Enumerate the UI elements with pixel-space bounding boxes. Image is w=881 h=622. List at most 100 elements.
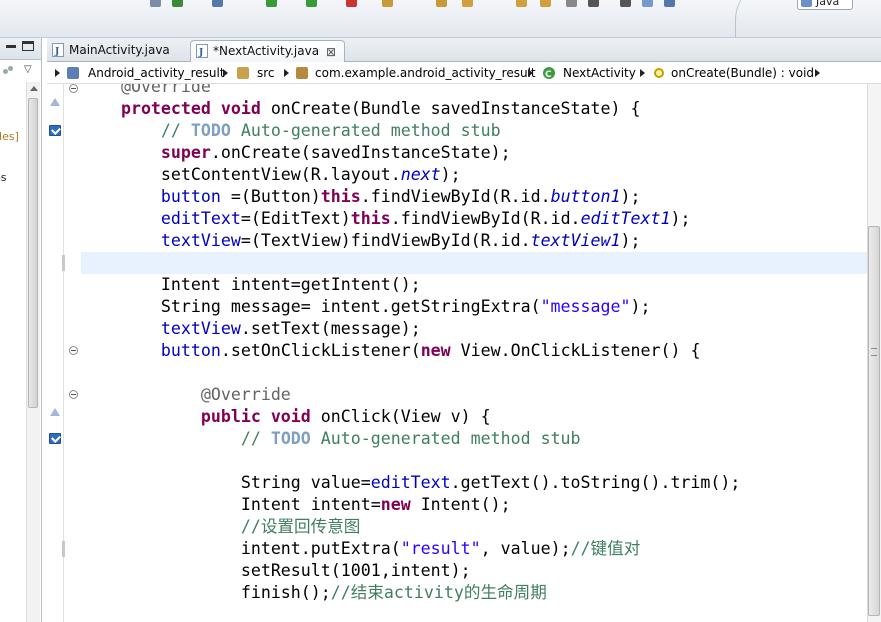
code-token: //结束activity的生命周期	[330, 583, 547, 602]
breadcrumb-arrow-icon[interactable]	[815, 69, 820, 77]
code-token: Intent();	[410, 495, 511, 514]
new-class-icon[interactable]	[436, 0, 447, 7]
left-tree-item-text[interactable]: es	[0, 171, 7, 184]
code-line[interactable]: setResult(1001,intent);	[81, 560, 867, 582]
breadcrumb-arrow-icon[interactable]	[640, 69, 645, 77]
new-package-icon[interactable]	[382, 0, 393, 7]
code-token: );	[620, 231, 641, 250]
breadcrumb-arrow-icon[interactable]	[284, 69, 289, 77]
forward-icon[interactable]	[620, 0, 631, 7]
code-token: =(EditText)	[240, 209, 351, 228]
code-line[interactable]: button =(Button)this.findViewById(R.id.b…	[81, 186, 867, 208]
code-line[interactable]	[81, 252, 867, 274]
code-line[interactable]	[81, 450, 867, 472]
next-annotation-icon[interactable]	[540, 0, 551, 7]
prev-annotation-icon[interactable]	[566, 0, 577, 7]
pin-icon[interactable]	[642, 0, 653, 7]
tab-next-activity[interactable]: *NextActivity.java ⊠	[190, 40, 345, 63]
code-line[interactable]: super.onCreate(savedInstanceState);	[81, 142, 867, 164]
tab-main-activity[interactable]: MainActivity.java	[47, 40, 190, 62]
code-line[interactable]: Intent intent=getIntent();	[81, 274, 867, 296]
breadcrumb-package[interactable]: com.example.android_activity_result	[315, 62, 536, 84]
maximize-icon[interactable]	[22, 41, 34, 51]
java-perspective-button[interactable]: Java	[797, 0, 853, 10]
quick-diff-marker	[62, 255, 65, 271]
task-marker-icon[interactable]	[49, 125, 61, 136]
code-token: View.OnClickListener() {	[450, 341, 701, 360]
code-line[interactable]: String value=editText.getText().toString…	[81, 472, 867, 494]
search-icon[interactable]	[516, 0, 527, 7]
package-icon	[296, 67, 308, 79]
code-line[interactable]: Intent intent=new Intent();	[81, 494, 867, 516]
code-token: =(TextView)findViewById(R.id.	[240, 231, 531, 250]
external-tools-icon[interactable]	[346, 0, 357, 7]
code-line[interactable]: intent.putExtra("result", value);//键值对	[81, 538, 867, 560]
code-line[interactable]: protected void onCreate(Bundle savedInst…	[81, 98, 867, 120]
perspective-icon	[801, 0, 812, 7]
package-explorer-panel: ▽ iles] es s	[0, 38, 42, 622]
breadcrumb-project[interactable]: Android_activity_result	[88, 62, 225, 84]
code-token: this	[350, 209, 391, 228]
code-token: .getText().toString().trim();	[450, 473, 741, 492]
code-token: .setOnClickListener(	[220, 341, 421, 360]
code-line[interactable]: @Override	[81, 384, 867, 406]
new-icon[interactable]	[150, 0, 161, 7]
breadcrumb-arrow-icon[interactable]	[528, 69, 533, 77]
code-line[interactable]: // TODO Auto-generated method stub	[81, 428, 867, 450]
code-line[interactable]: editText=(EditText)this.findViewById(R.i…	[81, 208, 867, 230]
code-token: TODO	[270, 429, 311, 448]
run-icon[interactable]	[266, 0, 277, 7]
minimize-icon[interactable]	[6, 45, 16, 48]
code-token: //	[81, 429, 271, 448]
close-tab-icon[interactable]: ⊠	[326, 42, 336, 62]
view-menu-chevron-down-icon[interactable]: ▽	[24, 64, 36, 76]
override-marker-icon[interactable]	[50, 408, 60, 416]
breadcrumb-class[interactable]: NextActivity	[563, 62, 636, 84]
fold-toggle-icon[interactable]	[69, 84, 78, 93]
breadcrumb-src[interactable]: src	[257, 62, 275, 84]
code-token: intent.putExtra(	[81, 539, 401, 558]
code-token: );	[670, 209, 691, 228]
code-token: textView1	[530, 231, 621, 250]
code-line[interactable]: setContentView(R.layout.next);	[81, 164, 867, 186]
code-line[interactable]: // TODO Auto-generated method stub	[81, 120, 867, 142]
code-token: new	[380, 495, 411, 514]
debug-icon[interactable]	[306, 0, 317, 7]
collapse-all-icon[interactable]	[3, 66, 15, 76]
breadcrumb-method[interactable]: onCreate(Bundle) : void	[671, 62, 814, 84]
code-token: @Override	[81, 385, 291, 404]
code-token: button	[81, 341, 221, 360]
code-token: editText1	[580, 209, 671, 228]
breadcrumb-arrow-icon[interactable]	[223, 69, 228, 77]
code-token: String message= intent.getStringExtra(	[81, 297, 541, 316]
back-icon[interactable]	[588, 0, 599, 7]
fold-toggle-icon[interactable]	[69, 346, 78, 355]
code-line[interactable]: //设置回传意图	[81, 516, 867, 538]
perspective-icon[interactable]	[664, 0, 675, 7]
override-marker-icon[interactable]	[50, 98, 60, 106]
code-editor[interactable]: @Override protected void onCreate(Bundle…	[81, 84, 867, 622]
quick-diff-marker	[62, 541, 65, 557]
code-token: .findViewById(R.id.	[360, 187, 551, 206]
open-type-icon[interactable]	[462, 0, 473, 7]
print-icon[interactable]	[212, 0, 223, 7]
left-panel-scrollbar-thumb[interactable]	[28, 98, 38, 408]
project-icon	[67, 67, 79, 79]
code-line[interactable]: textView.setText(message);	[81, 318, 867, 340]
fold-toggle-icon[interactable]	[69, 390, 78, 399]
task-marker-icon[interactable]	[49, 433, 61, 444]
scroll-up-arrow-icon[interactable]	[30, 86, 38, 91]
breadcrumb-arrow-icon[interactable]	[55, 69, 60, 77]
editor-scrollbar-thumb[interactable]	[868, 226, 880, 616]
code-line[interactable]: button.setOnClickListener(new View.OnCli…	[81, 340, 867, 362]
code-line[interactable]	[81, 362, 867, 384]
save-icon[interactable]	[172, 0, 183, 7]
code-line[interactable]: @Override	[81, 84, 867, 98]
code-line[interactable]: String message= intent.getStringExtra("m…	[81, 296, 867, 318]
code-token: Auto-generated method stub	[310, 429, 581, 448]
code-line[interactable]: finish();//结束activity的生命周期	[81, 582, 867, 604]
code-line[interactable]: public void onClick(View v) {	[81, 406, 867, 428]
main-toolbar: Java	[0, 0, 881, 38]
code-line[interactable]: textView=(TextView)findViewById(R.id.tex…	[81, 230, 867, 252]
left-tree-item-text[interactable]: iles]	[0, 130, 19, 143]
